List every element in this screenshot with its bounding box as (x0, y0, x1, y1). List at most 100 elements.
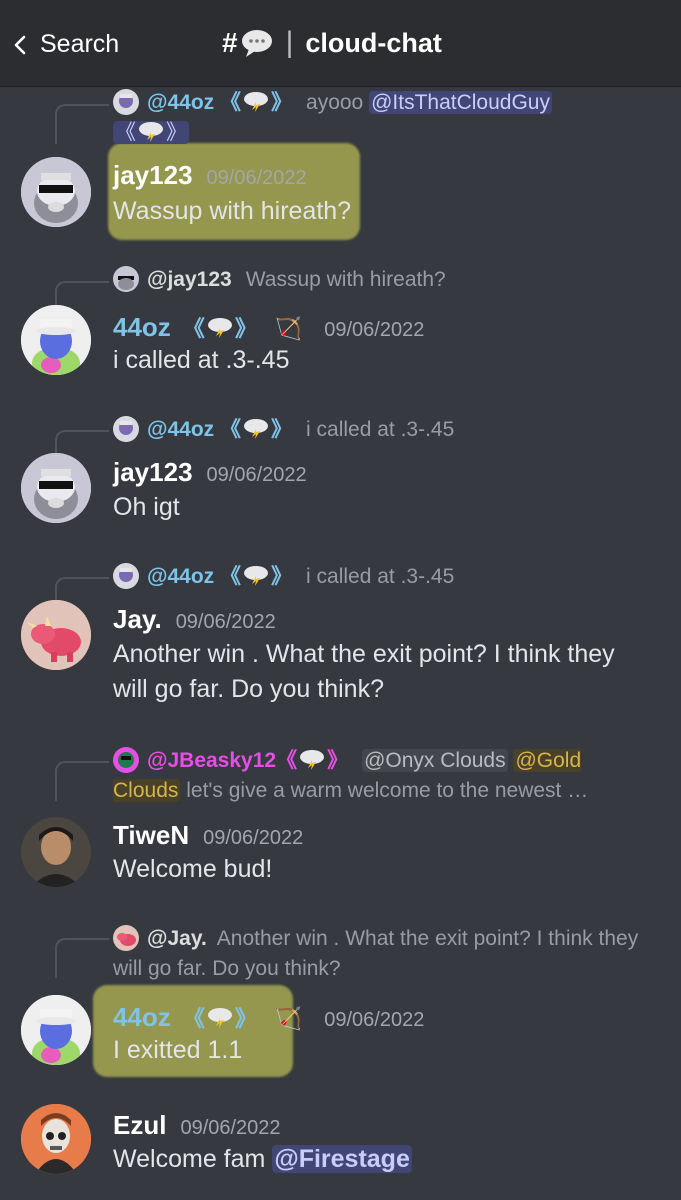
reply-avatar (113, 416, 139, 442)
reply-avatar (113, 89, 139, 115)
avatar[interactable] (21, 157, 91, 227)
reply-connector (55, 938, 109, 978)
avatar[interactable] (21, 305, 91, 375)
badge-open: 《 (276, 749, 298, 772)
channel-name: cloud-chat (305, 27, 442, 58)
back-button[interactable]: Search (12, 30, 119, 59)
avatar[interactable] (21, 817, 91, 887)
badge-close: 》 (166, 121, 187, 144)
reply-text: Wassup with hireath? (245, 268, 446, 291)
username[interactable]: jay123 (113, 160, 193, 191)
badge-open: 《 (220, 418, 242, 441)
cloud-lightning-icon (244, 566, 269, 586)
reply-avatar (113, 925, 139, 951)
badge-close: 》 (271, 418, 293, 441)
reply-username-text: @44oz (147, 565, 215, 588)
reply-username[interactable]: @Jay. (147, 927, 207, 950)
channel-title[interactable]: # | cloud-chat (222, 26, 442, 60)
cloud-lightning-icon (244, 92, 269, 112)
badge-close: 》 (234, 1006, 257, 1031)
reply-username-text: @JBeasky12 (147, 749, 277, 772)
badge-close: 》 (234, 316, 257, 341)
mention-text: @ItsThatCloudGuy (371, 91, 550, 114)
timestamp: 09/06/2022 (206, 464, 307, 486)
reply-connector (55, 104, 109, 144)
channel-header: Search # | cloud-chat (0, 0, 681, 87)
message-text: Welcome bud! (113, 855, 273, 883)
person-photo-avatar-icon (21, 817, 91, 887)
channel-hash: # (222, 27, 238, 58)
reply-text: i called at .3-.45 (306, 418, 455, 441)
message-header: Ezul 09/06/2022 (113, 1110, 281, 1141)
avatar[interactable] (21, 600, 91, 670)
reply-username[interactable]: @44oz 《 》 (147, 418, 292, 441)
avatar[interactable] (21, 453, 91, 523)
role-badge: 《》 (183, 1001, 257, 1033)
reply-avatar (113, 747, 139, 773)
dinosaur-avatar-icon (21, 600, 91, 670)
reply-username[interactable]: @JBeasky12《 》 (147, 749, 348, 772)
bow-arrow-icon: 🏹 (274, 316, 303, 341)
message-text: Another win . What the exit point? I thi… (113, 640, 615, 703)
username[interactable]: 44oz (113, 1002, 171, 1033)
reply-avatar (113, 563, 139, 589)
reply-username-text: @44oz (147, 91, 215, 114)
reply-username[interactable]: @jay123 (147, 268, 232, 291)
reply-preview[interactable]: @JBeasky12《》 @Onyx Clouds @Gold Clouds le… (113, 746, 641, 806)
cloud-lightning-icon (207, 318, 232, 338)
reply-text: i called at .3-.45 (306, 565, 455, 588)
reply-preview[interactable]: @44oz 《》 ayooo @ItsThatCloudGuy 《》 (113, 88, 651, 148)
message-header: jay123 09/06/2022 (113, 160, 307, 191)
cloud-lightning-icon (207, 1008, 232, 1028)
reply-text: ayooo (306, 91, 364, 114)
reply-connector (55, 761, 109, 801)
message-text: Welcome fam (113, 1145, 266, 1173)
timestamp: 09/06/2022 (180, 1117, 281, 1139)
timestamp: 09/06/2022 (203, 827, 304, 849)
reply-preview[interactable]: @44oz 《 》 i called at .3-.45 (113, 415, 651, 445)
ape-avatar-icon (21, 305, 91, 375)
reply-preview[interactable]: @jay123 Wassup with hireath? (113, 265, 651, 295)
badge-close: 》 (271, 91, 293, 114)
reply-mention-badge[interactable]: 《》 (113, 121, 189, 144)
reply-username-text: @44oz (147, 418, 215, 441)
role-badge: 《》 (183, 311, 257, 343)
reply-text: let's give a warm welcome to the newest … (186, 779, 589, 802)
timestamp: 09/06/2022 (324, 1009, 425, 1031)
username[interactable]: 44oz (113, 312, 171, 343)
speech-bubble-icon (241, 30, 272, 57)
message-content: Welcome fam @Firestage (113, 1142, 653, 1177)
reply-preview[interactable]: @44oz 《 》 i called at .3-.45 (113, 562, 651, 592)
badge-close: 》 (327, 749, 349, 772)
badge-close: 》 (271, 565, 293, 588)
message-header: 44oz 《》 🏹 09/06/2022 (113, 1001, 424, 1033)
reply-preview[interactable]: @Jay. Another win . What the exit point? … (113, 924, 651, 984)
username[interactable]: TiweN (113, 820, 189, 851)
badge-open: 《 (220, 565, 242, 588)
reply-mention[interactable]: @ItsThatCloudGuy (369, 91, 552, 114)
badge-open: 《 (115, 121, 136, 144)
ape-avatar-icon (21, 995, 91, 1065)
reply-username[interactable]: @44oz 《 》 (147, 91, 292, 114)
timestamp: 09/06/2022 (206, 167, 307, 189)
skull-avatar-icon (21, 1104, 91, 1174)
avatar[interactable] (21, 995, 91, 1065)
reply-username[interactable]: @44oz 《 》 (147, 565, 292, 588)
badge-open: 《 (220, 91, 242, 114)
cloud-lightning-icon (244, 419, 269, 439)
message-header: TiweN 09/06/2022 (113, 820, 303, 851)
message-header: 44oz 《》 🏹 09/06/2022 (113, 311, 424, 343)
avatar[interactable] (21, 1104, 91, 1174)
message-header: Jay. 09/06/2022 (113, 604, 276, 635)
message-text: Oh igt (113, 493, 180, 521)
username[interactable]: Ezul (113, 1110, 166, 1141)
username[interactable]: jay123 (113, 457, 193, 488)
badge-open: 《 (182, 316, 205, 341)
back-label: Search (40, 30, 120, 58)
username[interactable]: Jay. (113, 604, 162, 635)
reply-mention[interactable]: @Onyx Clouds (362, 749, 508, 772)
cloud-lightning-icon (139, 122, 163, 142)
reply-avatar (113, 266, 139, 292)
message-mention[interactable]: @Firestage (272, 1145, 412, 1173)
bow-arrow-icon: 🏹 (274, 1006, 303, 1031)
